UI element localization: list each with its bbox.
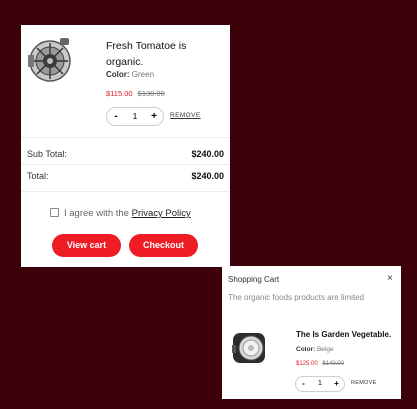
price-old: $130.00 — [137, 89, 165, 98]
color-value: Green — [131, 70, 155, 79]
fog-lamp-icon — [232, 333, 265, 363]
mini-cart: Shopping Cart × The organic foods produc… — [222, 266, 401, 399]
mini-cart-title: Shopping Cart — [228, 275, 280, 284]
cart-panel: Fresh Tomatoe is organic. Color: Green $… — [21, 25, 230, 267]
product-color: Color: Green — [106, 70, 154, 79]
view-cart-button[interactable]: View cart — [52, 234, 121, 257]
mini-color-value: Beige — [316, 346, 334, 353]
product-title[interactable]: Fresh Tomatoe is organic. — [106, 38, 224, 70]
product-prices: $115.00 $130.00 — [106, 89, 165, 98]
mini-price-current: $125.00 — [296, 361, 318, 367]
privacy-policy-link[interactable]: Privacy Policy — [132, 208, 191, 219]
color-label: Color: — [106, 70, 130, 79]
mini-quantity-decrease-button[interactable]: - — [296, 377, 311, 391]
mini-price-old: $140.00 — [322, 361, 345, 367]
quantity-value[interactable]: 1 — [125, 108, 145, 125]
remove-button[interactable]: REMOVE — [170, 112, 201, 119]
price-current: $115.00 — [106, 89, 133, 98]
mini-quantity-value[interactable]: 1 — [311, 377, 329, 391]
cart-item: Fresh Tomatoe is organic. Color: Green $… — [21, 25, 230, 135]
total-label: Total: — [27, 171, 49, 181]
quantity-stepper: - 1 + — [106, 107, 164, 126]
agree-text: I agree with the — [64, 208, 129, 219]
mini-color-label: Color: — [296, 346, 316, 353]
divider — [21, 191, 230, 192]
quantity-decrease-button[interactable]: - — [107, 108, 125, 125]
total-value: $240.00 — [191, 171, 224, 181]
mini-product-title[interactable]: The Is Garden Vegetable. — [296, 330, 391, 339]
mini-quantity-stepper: - 1 + — [295, 376, 345, 392]
subtotal-value: $240.00 — [191, 149, 224, 159]
mini-remove-button[interactable]: REMOVE — [351, 380, 377, 386]
close-icon[interactable]: × — [387, 273, 393, 284]
divider — [21, 137, 230, 138]
mini-quantity-increase-button[interactable]: + — [329, 377, 344, 391]
car-alternator-icon — [28, 38, 71, 82]
mini-product-prices: $125.00 $140.00 — [296, 361, 344, 367]
agree-terms: I agree with the Privacy Policy — [50, 208, 191, 219]
mini-cart-subtitle: The organic foods products are limited — [228, 293, 365, 302]
agree-checkbox[interactable] — [50, 208, 59, 217]
divider — [21, 164, 230, 165]
mini-product-color: Color: Beige — [296, 346, 334, 353]
quantity-increase-button[interactable]: + — [145, 108, 163, 125]
subtotal-label: Sub Total: — [27, 149, 67, 159]
checkout-button[interactable]: Checkout — [129, 234, 198, 257]
